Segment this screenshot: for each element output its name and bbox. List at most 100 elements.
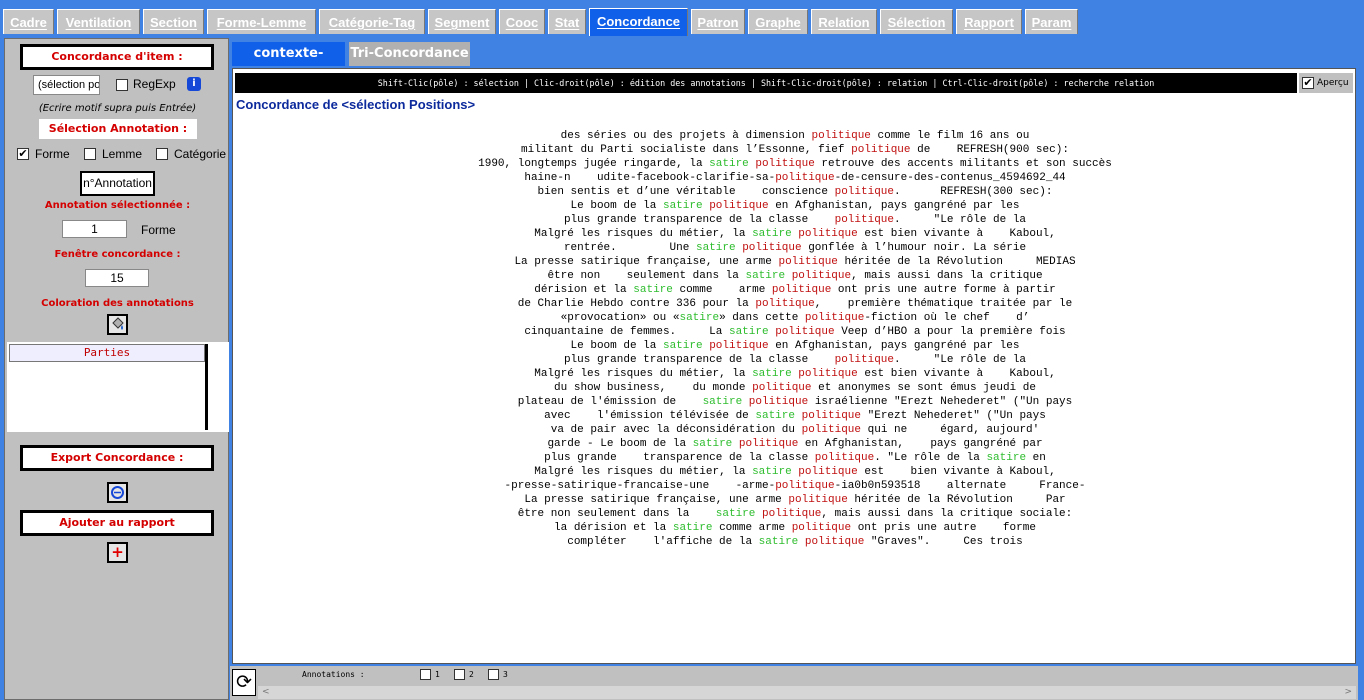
cooc-word[interactable]: satire [679, 312, 719, 324]
cooc-word[interactable]: satire [752, 228, 792, 240]
concordance-line[interactable]: La presse satirique française, une arme … [233, 493, 1357, 507]
concordance-line[interactable]: du show business, du monde politique et … [233, 381, 1357, 395]
refresh-icon[interactable]: ⟳ [232, 669, 256, 696]
tab-stat[interactable]: Stat [548, 9, 586, 34]
cooc-word[interactable]: satire [759, 536, 799, 548]
annotation-number-field[interactable]: 1 [62, 220, 127, 238]
pole-word[interactable]: politique [815, 452, 874, 464]
pole-word[interactable]: politique [742, 242, 801, 254]
concordance-line[interactable]: Le boom de la satire politique en Afghan… [233, 199, 1357, 213]
cooc-word[interactable]: satire [693, 438, 733, 450]
tab-segment[interactable]: Segment [428, 9, 496, 34]
add-to-report-icon[interactable]: + [107, 542, 128, 563]
annotation-2-checkbox[interactable] [454, 669, 465, 680]
search-input[interactable]: (sélection po [33, 75, 100, 95]
cooc-word[interactable]: satire [752, 368, 792, 380]
pole-word[interactable]: politique [752, 382, 811, 394]
tab-cooc[interactable]: Cooc [499, 9, 545, 34]
concordance-line[interactable]: la dérision et la satire comme arme poli… [233, 521, 1357, 535]
regexp-checkbox[interactable] [116, 79, 128, 91]
concordance-line[interactable]: garde - Le boom de la satire politique e… [233, 437, 1357, 451]
apercu-toggle[interactable]: ✔ Aperçu [1299, 73, 1353, 93]
pole-word[interactable]: politique [772, 284, 831, 296]
concordance-line[interactable]: des séries ou des projets à dimension po… [233, 129, 1357, 143]
lemme-checkbox[interactable] [84, 148, 96, 160]
annotation-1-checkbox[interactable] [420, 669, 431, 680]
pole-word[interactable]: politique [739, 438, 798, 450]
paint-bucket-icon[interactable] [107, 314, 128, 335]
cooc-word[interactable]: satire [673, 522, 713, 534]
pole-word[interactable]: politique [709, 200, 768, 212]
pole-word[interactable]: politique [755, 298, 814, 310]
tab-param[interactable]: Param [1025, 9, 1078, 34]
tab-selection[interactable]: Sélection [880, 9, 953, 34]
parties-list[interactable]: Parties [7, 342, 229, 432]
concordance-line[interactable]: militant du Parti socialiste dans l’Esso… [233, 143, 1357, 157]
pole-word[interactable]: politique [788, 494, 847, 506]
pole-word[interactable]: politique [805, 312, 864, 324]
concordance-line[interactable]: haine-n udite-facebook-clarifie-sa-polit… [233, 171, 1357, 185]
parties-scrollbar[interactable] [205, 344, 208, 430]
pole-word[interactable]: politique [811, 130, 870, 142]
pole-word[interactable]: politique [798, 368, 857, 380]
pole-word[interactable]: politique [778, 256, 837, 268]
tab-patron[interactable]: Patron [691, 9, 745, 34]
tab-concordance[interactable]: Concordance [589, 8, 688, 36]
concordance-line[interactable]: être non seulement dans la satire politi… [233, 269, 1357, 283]
concordance-line[interactable]: plus grande transparence de la classe po… [233, 451, 1357, 465]
pole-word[interactable]: politique [835, 354, 894, 366]
cooc-word[interactable]: satire [745, 270, 785, 282]
pole-word[interactable]: politique [792, 522, 851, 534]
tab-contexte-partie[interactable]: contexte-partie [232, 42, 345, 85]
concordance-line[interactable]: rentrée. Une satire politique gonflée à … [233, 241, 1357, 255]
pole-word[interactable]: politique [755, 158, 814, 170]
concordance-line[interactable]: plus grande transparence de la classe po… [233, 213, 1357, 227]
concordance-line[interactable]: Malgré les risques du métier, la satire … [233, 367, 1357, 381]
concordance-line[interactable]: bien sentis et d’une véritable conscienc… [233, 185, 1357, 199]
tab-section[interactable]: Section [143, 9, 204, 34]
concordance-line[interactable]: plateau de l'émission de satire politiqu… [233, 395, 1357, 409]
cooc-word[interactable]: satire [663, 200, 703, 212]
scroll-left-icon[interactable]: < [262, 686, 270, 699]
pole-word[interactable]: politique [835, 214, 894, 226]
concordance-line[interactable]: compléter l'affiche de la satire politiq… [233, 535, 1357, 549]
window-size-field[interactable]: 15 [85, 269, 149, 287]
pole-word[interactable]: politique [802, 424, 861, 436]
concordance-line[interactable]: 1990, longtemps jugée ringarde, la satir… [233, 157, 1357, 171]
concordance-line[interactable]: Malgré les risques du métier, la satire … [233, 465, 1357, 479]
concordance-line[interactable]: Le boom de la satire politique en Afghan… [233, 339, 1357, 353]
pole-word[interactable]: politique [775, 172, 834, 184]
tab-relation[interactable]: Relation [811, 9, 877, 34]
cooc-word[interactable]: satire [633, 284, 673, 296]
cooc-word[interactable]: satire [663, 340, 703, 352]
tab-ventilation[interactable]: Ventilation [57, 9, 140, 34]
pole-word[interactable]: politique [851, 144, 910, 156]
cooc-word[interactable]: satire [696, 242, 736, 254]
concordance-line[interactable]: -presse-satirique-francaise-une -arme-po… [233, 479, 1357, 493]
concordance-line[interactable]: «provocation» ou «satire» dans cette pol… [233, 311, 1357, 325]
forme-checkbox[interactable]: ✔ [17, 148, 29, 160]
concordance-line[interactable]: de Charlie Hebdo contre 336 pour la poli… [233, 297, 1357, 311]
tab-cadre[interactable]: Cadre [3, 9, 54, 34]
cooc-word[interactable]: satire [709, 158, 749, 170]
export-icon[interactable] [107, 482, 128, 503]
categorie-checkbox[interactable] [156, 148, 168, 160]
parties-header[interactable]: Parties [9, 344, 205, 362]
tab-categorie-tag[interactable]: Catégorie-Tag [319, 9, 425, 34]
concordance-line[interactable]: La presse satirique française, une arme … [233, 255, 1357, 269]
tab-graphe[interactable]: Graphe [748, 9, 808, 34]
concordance-line[interactable]: être non seulement dans la satire politi… [233, 507, 1357, 521]
pole-word[interactable]: politique [835, 186, 894, 198]
pole-word[interactable]: politique [749, 396, 808, 408]
concordance-line[interactable]: avec l'émission télévisée de satire poli… [233, 409, 1357, 423]
concordance-line[interactable]: Malgré les risques du métier, la satire … [233, 227, 1357, 241]
pole-word[interactable]: politique [798, 466, 857, 478]
tab-rapport[interactable]: Rapport [956, 9, 1022, 34]
pole-word[interactable]: politique [775, 326, 834, 338]
cooc-word[interactable]: satire [716, 508, 756, 520]
concordance-line[interactable]: cinquantaine de femmes. La satire politi… [233, 325, 1357, 339]
pole-word[interactable]: politique [775, 480, 834, 492]
cooc-word[interactable]: satire [752, 466, 792, 478]
tab-tri-concordance[interactable]: Tri-Concordance [349, 42, 470, 66]
info-icon[interactable]: i [187, 77, 201, 91]
